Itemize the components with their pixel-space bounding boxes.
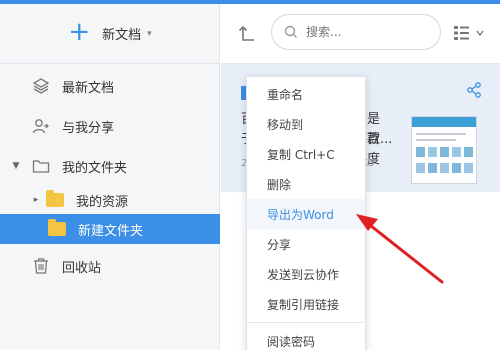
sidebar-item-label: 与我分享 [62, 120, 115, 136]
view-toggle-button[interactable] [453, 24, 487, 42]
chevron-down-icon: ▾ [147, 28, 152, 39]
new-doc-label: 新文档 [102, 28, 142, 43]
user-share-icon [32, 117, 50, 135]
up-level-button[interactable] [235, 22, 259, 46]
sidebar: + 新文档 ▾ 最新文档 与我分享 ▼ 我的文件夹 ▸ 我的资源 新建文件夹 回 [0, 4, 220, 350]
arrow-up-icon [238, 25, 254, 41]
plus-icon: + [68, 17, 91, 47]
layers-icon [32, 77, 50, 95]
collapse-triangle-icon[interactable]: ▸ [30, 195, 42, 205]
share-icon[interactable] [466, 82, 482, 102]
sidebar-item-label: 我的文件夹 [62, 160, 128, 176]
folder-icon [46, 190, 64, 207]
document-thumbnail [411, 116, 477, 184]
folder-icon [48, 219, 66, 236]
menu-item-share[interactable]: 分享 [247, 229, 365, 259]
sidebar-item-label: 新建文件夹 [78, 223, 144, 239]
sidebar-item-trash[interactable]: 回收站 [0, 250, 220, 282]
context-menu: 重命名 移动到 复制 Ctrl+C 删除 导出为Word 分享 发送到云协作 复… [246, 76, 366, 350]
list-view-icon [454, 26, 484, 40]
menu-item-rename[interactable]: 重命名 [247, 79, 365, 109]
menu-item-delete[interactable]: 删除 [247, 169, 365, 199]
menu-item-export-word[interactable]: 导出为Word [247, 199, 365, 229]
sidebar-item-new-folder[interactable]: 新建文件夹 [0, 214, 220, 244]
menu-item-read-password[interactable]: 阅读密码 [247, 326, 365, 350]
expand-triangle-icon[interactable]: ▼ [10, 161, 22, 171]
search-icon [284, 25, 297, 38]
sidebar-item-recent[interactable]: 最新文档 [0, 70, 220, 102]
menu-item-copy-link[interactable]: 复制引用链接 [247, 289, 365, 319]
sidebar-item-label: 我的资源 [76, 194, 129, 210]
menu-item-send-cloud-collab[interactable]: 发送到云协作 [247, 259, 365, 289]
sidebar-item-shared[interactable]: 与我分享 [0, 110, 220, 142]
folder-outline-icon [32, 157, 50, 175]
doc-snippet-fragment: 款... [367, 132, 393, 147]
sidebar-item-label: 回收站 [62, 260, 102, 276]
trash-icon [32, 257, 50, 275]
toolbar [221, 4, 500, 64]
sidebar-item-my-resources[interactable]: ▸ 我的资源 [0, 184, 220, 216]
new-doc-button[interactable]: + 新文档 ▾ [0, 4, 220, 64]
sidebar-item-label: 最新文档 [62, 80, 115, 96]
search-box[interactable] [271, 14, 441, 50]
menu-item-copy[interactable]: 复制 Ctrl+C [247, 139, 365, 169]
menu-separator [247, 322, 365, 323]
menu-item-move-to[interactable]: 移动到 [247, 109, 365, 139]
sidebar-item-my-folders[interactable]: ▼ 我的文件夹 [0, 150, 220, 182]
search-input[interactable] [306, 25, 416, 39]
